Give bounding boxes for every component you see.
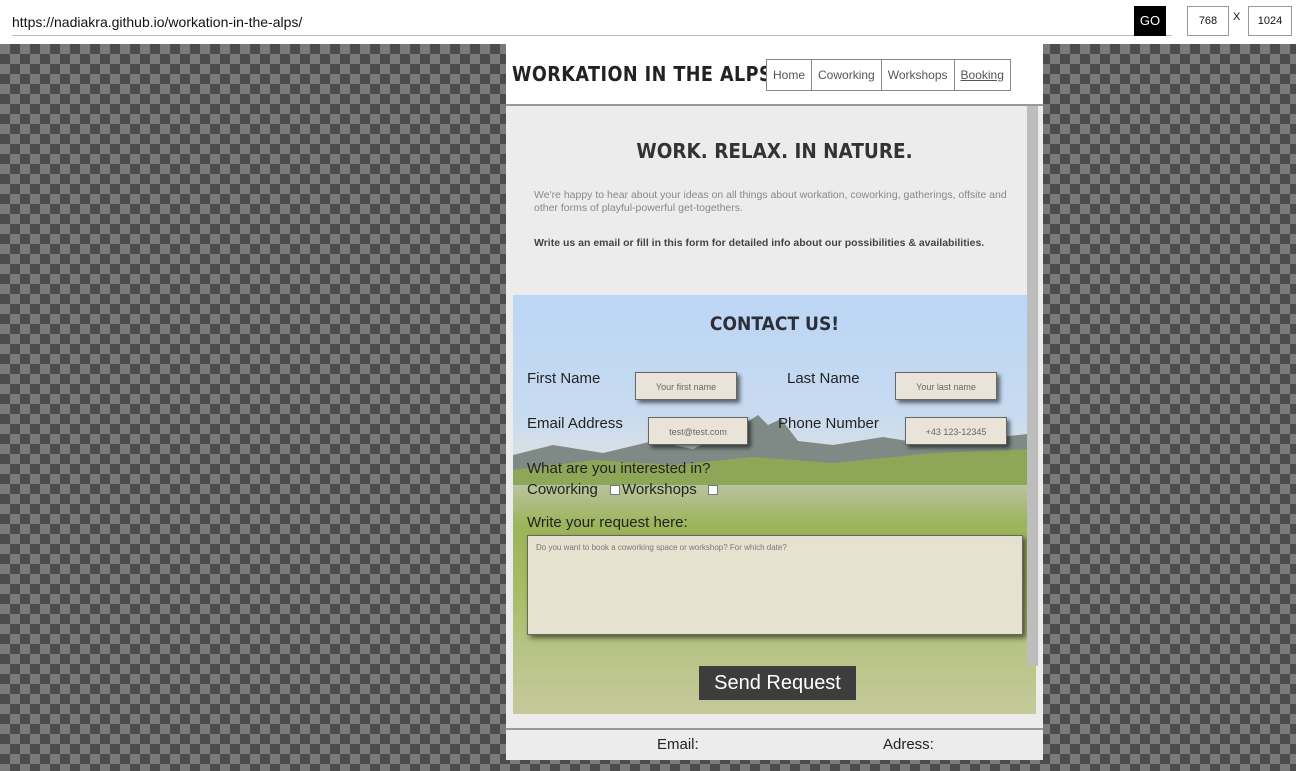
main-nav: Home Coworking Workshops Booking [766,59,1011,91]
nav-coworking[interactable]: Coworking [811,59,882,91]
footer-address-label: Adress: [883,736,934,753]
phone-field[interactable]: +43 123-12345 [905,417,1007,445]
email-field[interactable]: test@test.com [648,417,748,445]
footer-email-label: Email: [657,736,699,753]
coworking-checkbox[interactable] [610,485,620,495]
viewport-height-input[interactable]: 1024 [1248,6,1292,36]
last-name-label: Last Name [787,370,860,387]
nav-home[interactable]: Home [766,59,813,91]
intro-text: We're happy to hear about your ideas on … [534,189,1007,214]
dimension-separator: X [1233,11,1241,23]
workshops-option-label: Workshops [622,481,697,498]
email-label: Email Address [527,415,623,432]
request-textarea[interactable]: Do you want to book a coworking space or… [527,535,1023,635]
interest-question: What are you interested in? [527,460,711,477]
contact-title: CONTACT US! [709,313,840,335]
workshops-checkbox[interactable] [708,485,718,495]
intro-cta-text: Write us an email or fill in this form f… [534,237,985,249]
first-name-label: First Name [527,370,601,387]
nav-workshops[interactable]: Workshops [880,59,955,91]
viewport-width-input[interactable]: 768 [1187,6,1229,36]
browser-toolbar: https://nadiakra.github.io/workation-in-… [0,0,1296,44]
last-name-field[interactable]: Your last name [895,372,997,400]
site-header: WORKATION IN THE ALPS Home Coworking Wor… [506,44,1043,106]
url-input[interactable]: https://nadiakra.github.io/workation-in-… [12,10,1172,36]
coworking-option-label: Coworking [527,481,598,498]
nav-booking[interactable]: Booking [953,59,1011,91]
page-viewport: WORKATION IN THE ALPS Home Coworking Wor… [506,44,1043,760]
contact-section: CONTACT US! First Name Your first name L… [513,295,1036,714]
site-logo[interactable]: WORKATION IN THE ALPS [512,62,772,86]
page-scrollbar[interactable] [1027,106,1038,666]
phone-label: Phone Number [778,415,879,432]
send-request-button[interactable]: Send Request [699,666,856,700]
first-name-field[interactable]: Your first name [635,372,737,400]
go-button[interactable]: GO [1134,6,1166,36]
request-label: Write your request here: [527,514,688,531]
site-footer: Email: Adress: [506,728,1043,760]
page-tagline: WORK. RELAX. IN NATURE. [636,139,913,163]
